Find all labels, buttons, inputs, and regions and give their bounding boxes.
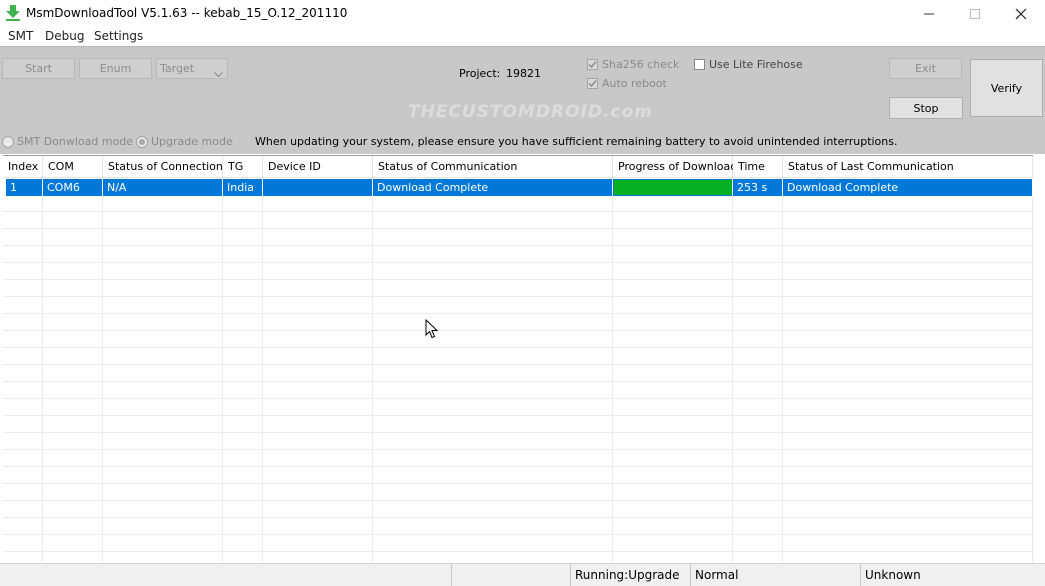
checkbox-box [694, 59, 705, 70]
status-bar: Running:Upgrade Normal Unknown [0, 563, 1045, 586]
title-bar: MsmDownloadTool V5.1.63 -- kebab_15_O.12… [0, 0, 1045, 28]
cell-communication: Download Complete [373, 179, 613, 196]
minimize-icon[interactable] [906, 0, 952, 28]
column-header-index[interactable]: Index [3, 156, 43, 178]
maximize-icon[interactable] [952, 0, 998, 28]
exit-button[interactable]: Exit [889, 58, 962, 79]
cell-index: 1 [6, 179, 43, 196]
cell-last-communication: Download Complete [783, 179, 1033, 196]
column-header-communication[interactable]: Status of Communication [373, 156, 613, 178]
sha256-checkbox[interactable]: Sha256 check [587, 58, 679, 71]
menu-smt[interactable]: SMT [8, 29, 33, 43]
cell-com: COM6 [43, 179, 103, 196]
checkmark-icon [587, 59, 598, 70]
lite-firehose-label: Use Lite Firehose [709, 58, 803, 71]
watermark: THECUSTOMDROID.com [408, 102, 653, 122]
window-title: MsmDownloadTool V5.1.63 -- kebab_15_O.12… [26, 6, 348, 20]
device-grid[interactable]: Index COM Status of Connection TG Device… [3, 155, 1033, 562]
column-header-tg[interactable]: TG [223, 156, 263, 178]
empty-grid-row [3, 297, 1033, 314]
battery-notice: When updating your system, please ensure… [255, 135, 898, 148]
menu-settings[interactable]: Settings [94, 29, 143, 43]
checkmark-icon [587, 78, 598, 89]
column-header-time[interactable]: Time [733, 156, 783, 178]
empty-grid-row [3, 195, 1033, 212]
close-icon[interactable] [998, 0, 1044, 28]
sha256-label: Sha256 check [602, 58, 680, 71]
chevron-down-icon [214, 65, 223, 84]
radio-dot-selected [136, 135, 148, 148]
column-header-device-id[interactable]: Device ID [263, 156, 373, 178]
empty-grid-row [3, 399, 1033, 416]
lite-firehose-checkbox[interactable]: Use Lite Firehose [694, 58, 803, 71]
empty-grid-row [3, 331, 1033, 348]
project-value: 19821 [506, 67, 541, 80]
table-row[interactable]: 1 COM6 N/A India Download Complete 253 s… [6, 179, 1033, 196]
upgrade-mode-radio[interactable]: Upgrade mode [136, 135, 233, 148]
upgrade-mode-label: Upgrade mode [151, 135, 233, 148]
empty-grid-row [3, 467, 1033, 484]
empty-grid-row [3, 450, 1033, 467]
empty-grid-row [3, 501, 1033, 518]
cell-time: 253 s [733, 179, 783, 196]
target-select-value: Target [160, 62, 195, 75]
empty-grid-row [3, 280, 1033, 297]
status-panel-2 [451, 564, 570, 586]
cell-tg: India [223, 179, 263, 196]
column-header-com[interactable]: COM [43, 156, 103, 178]
empty-grid-row [3, 416, 1033, 433]
empty-grid-row [3, 382, 1033, 399]
empty-grid-row [3, 348, 1033, 365]
progress-bar [614, 180, 732, 195]
menu-debug[interactable]: Debug [45, 29, 84, 43]
auto-reboot-label: Auto reboot [602, 77, 667, 90]
download-arrow-icon [6, 5, 20, 21]
empty-grid-row [3, 314, 1033, 331]
column-header-connection[interactable]: Status of Connection [103, 156, 223, 178]
verify-button[interactable]: Verify [970, 59, 1043, 117]
target-select[interactable]: Target [156, 58, 228, 79]
smt-download-mode-radio[interactable]: SMT Donwload mode [2, 135, 133, 148]
empty-grid-row [3, 246, 1033, 263]
cell-device-id [263, 179, 373, 196]
stop-button[interactable]: Stop [889, 97, 963, 119]
radio-dot [2, 135, 14, 148]
empty-grid-row [3, 535, 1033, 552]
enum-button[interactable]: Enum [79, 58, 152, 79]
status-running: Running:Upgrade [570, 564, 690, 586]
empty-grid-row [3, 484, 1033, 501]
empty-grid-row [3, 229, 1033, 246]
cell-progress [613, 179, 733, 196]
empty-grid-row [3, 212, 1033, 229]
status-mode: Normal [690, 564, 860, 586]
empty-grid-row [3, 263, 1033, 280]
auto-reboot-checkbox[interactable]: Auto reboot [587, 77, 667, 90]
column-header-progress[interactable]: Progress of Download [613, 156, 737, 178]
empty-grid-row [3, 433, 1033, 450]
status-panel-1 [0, 564, 451, 586]
menu-bar: SMT Debug Settings [0, 26, 1045, 46]
start-button[interactable]: Start [2, 58, 75, 79]
empty-grid-row [3, 365, 1033, 382]
status-unknown: Unknown [860, 564, 1045, 586]
empty-grid-row [3, 518, 1033, 535]
cell-connection: N/A [103, 179, 223, 196]
smt-download-mode-label: SMT Donwload mode [17, 135, 134, 148]
control-panel: Start Enum Target Project: 19821 Sha256 … [0, 46, 1045, 154]
mouse-cursor-icon [425, 318, 439, 339]
column-header-last-communication[interactable]: Status of Last Communication [783, 156, 1033, 178]
grid-header: Index COM Status of Connection TG Device… [3, 156, 1033, 178]
project-label: Project: [459, 67, 501, 80]
